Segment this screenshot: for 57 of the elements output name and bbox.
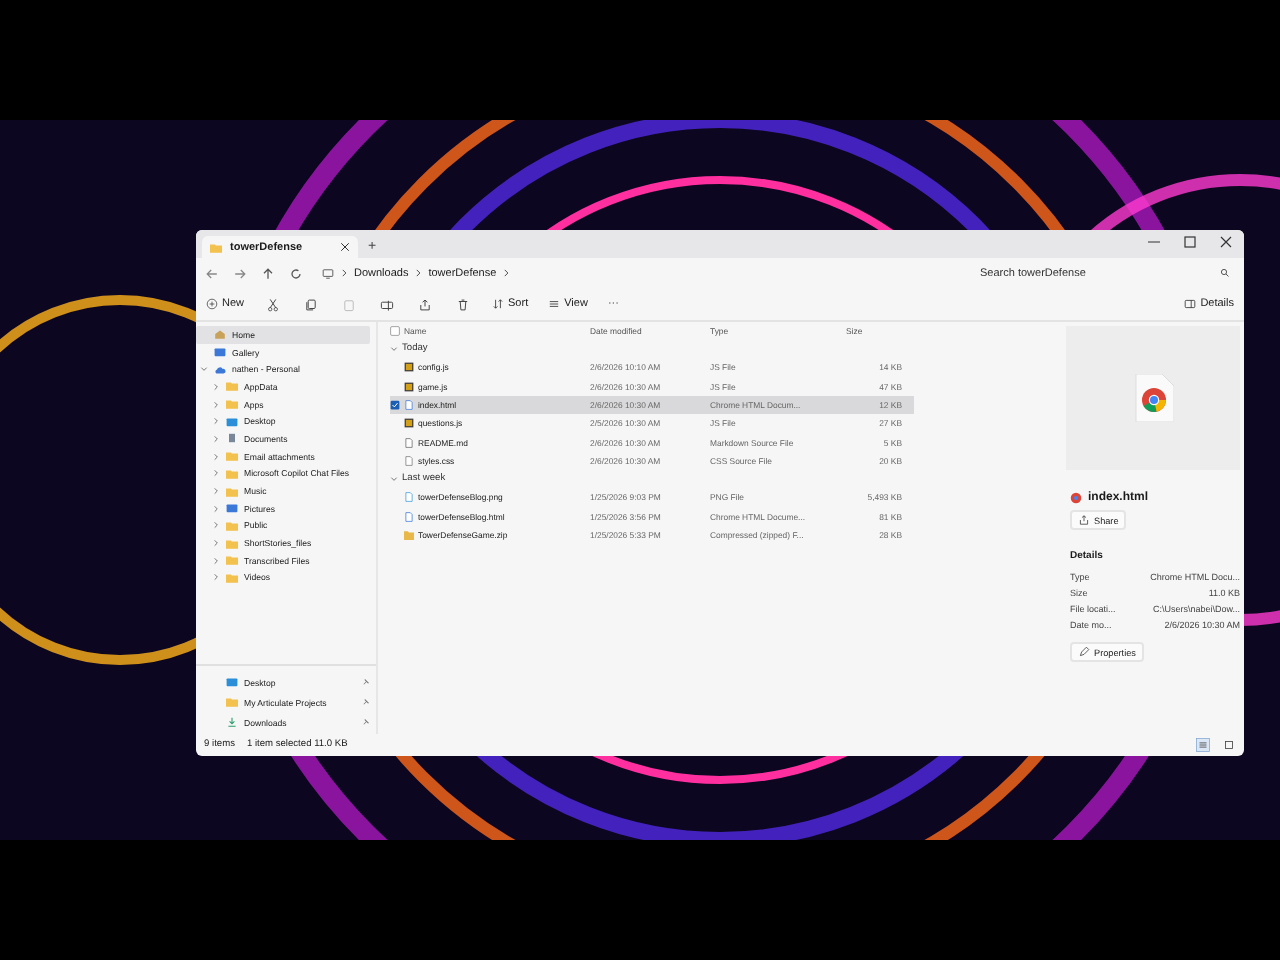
chevron-right-icon[interactable] bbox=[212, 468, 220, 479]
image-file-icon bbox=[404, 492, 414, 503]
chevron-right-icon[interactable] bbox=[212, 433, 220, 444]
pin-icon[interactable] bbox=[362, 678, 370, 686]
chevron-icon bbox=[502, 268, 511, 278]
download-icon bbox=[226, 716, 238, 728]
pin-icon[interactable] bbox=[362, 698, 370, 706]
pencil-icon bbox=[1078, 646, 1090, 658]
chevron-icon bbox=[414, 268, 423, 278]
document-icon bbox=[226, 432, 238, 445]
file-icon bbox=[404, 511, 414, 522]
chrome-file-icon bbox=[1133, 374, 1173, 422]
close-icon[interactable] bbox=[1216, 232, 1236, 252]
forward-arrow-icon[interactable] bbox=[232, 265, 248, 281]
chevron-right-icon[interactable] bbox=[212, 451, 220, 462]
rename-icon[interactable] bbox=[380, 297, 395, 311]
chevron-right-icon[interactable] bbox=[212, 520, 220, 531]
chevron-right-icon[interactable] bbox=[212, 503, 220, 514]
chevron-right-icon[interactable] bbox=[212, 538, 220, 549]
chevron-right-icon[interactable] bbox=[212, 381, 220, 392]
monitor-icon bbox=[322, 267, 334, 279]
image-icon bbox=[214, 346, 226, 359]
checkbox[interactable] bbox=[390, 326, 400, 337]
chrome-icon bbox=[1070, 492, 1082, 504]
chevron-right-icon[interactable] bbox=[212, 555, 220, 566]
folder-icon bbox=[210, 241, 222, 253]
cloud-icon bbox=[214, 363, 226, 376]
chevron-right-icon[interactable] bbox=[212, 486, 220, 497]
chevron-icon bbox=[340, 268, 348, 278]
details-view-icon[interactable] bbox=[1196, 738, 1210, 752]
image-icon bbox=[226, 502, 238, 515]
details-pane-icon bbox=[1184, 298, 1197, 310]
close-icon[interactable] bbox=[340, 242, 350, 252]
tiles-view-icon[interactable] bbox=[1222, 738, 1236, 752]
image-icon bbox=[226, 676, 238, 688]
list-icon bbox=[548, 298, 561, 310]
back-arrow-icon[interactable] bbox=[204, 265, 220, 281]
chevron-right-icon[interactable] bbox=[212, 416, 220, 427]
zip-folder-icon bbox=[404, 529, 414, 540]
trash-icon[interactable] bbox=[456, 297, 471, 311]
cut-icon[interactable] bbox=[266, 297, 281, 311]
chevron-right-icon[interactable] bbox=[212, 572, 220, 583]
image-icon bbox=[226, 415, 238, 428]
pin-icon[interactable] bbox=[362, 718, 370, 726]
sort-icon bbox=[492, 298, 505, 310]
home-icon bbox=[214, 328, 226, 341]
share-icon bbox=[1078, 514, 1090, 526]
chevron-right-icon[interactable] bbox=[212, 399, 220, 410]
maximize-icon[interactable] bbox=[1180, 232, 1200, 252]
search-icon bbox=[1220, 268, 1230, 278]
copy-icon[interactable] bbox=[304, 297, 319, 311]
up-arrow-icon[interactable] bbox=[260, 265, 276, 281]
paste-icon[interactable] bbox=[342, 297, 357, 311]
refresh-icon[interactable] bbox=[288, 265, 304, 281]
folder-icon bbox=[226, 696, 238, 708]
plus-icon bbox=[206, 298, 218, 310]
share-icon[interactable] bbox=[418, 297, 433, 311]
